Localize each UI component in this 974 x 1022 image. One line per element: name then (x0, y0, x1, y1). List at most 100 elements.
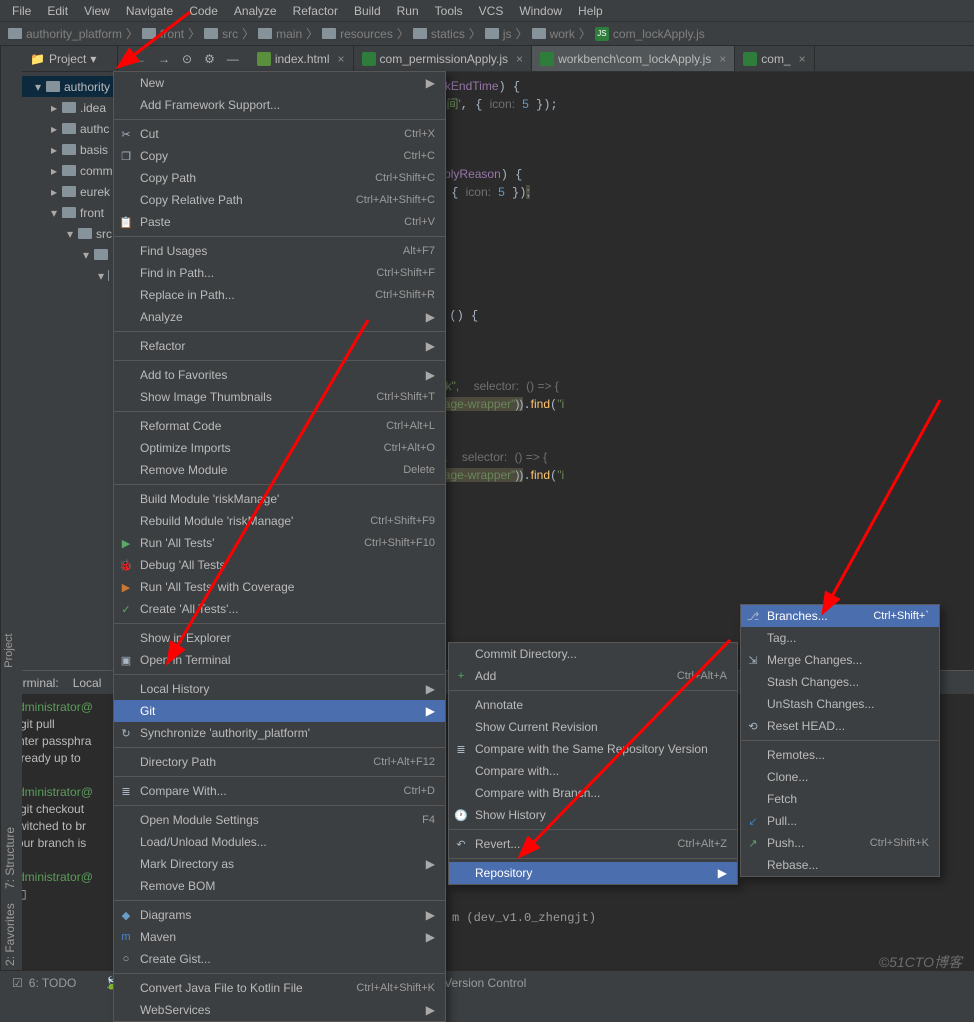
menu-item-fetch[interactable]: Fetch (741, 788, 939, 810)
breadcrumb-item[interactable]: js (483, 27, 514, 41)
menu-help[interactable]: Help (572, 2, 609, 20)
menu-item-pull[interactable]: ↙Pull... (741, 810, 939, 832)
menu-item-synchronize-authority-platform[interactable]: ↻Synchronize 'authority_platform' (114, 722, 445, 744)
menu-item-compare-with[interactable]: ≣Compare With...Ctrl+D (114, 780, 445, 802)
menu-item-paste[interactable]: 📋PasteCtrl+V (114, 211, 445, 233)
tool-window-project-tab[interactable]: 1: Project (0, 46, 22, 686)
tree-item[interactable]: ▾authority (22, 76, 117, 97)
tree-item[interactable]: ▾ (22, 265, 117, 286)
menu-item-find-in-path[interactable]: Find in Path...Ctrl+Shift+F (114, 262, 445, 284)
menu-item-tag[interactable]: Tag... (741, 627, 939, 649)
menu-item-run-all-tests[interactable]: ▶Run 'All Tests'Ctrl+Shift+F10 (114, 532, 445, 554)
breadcrumb-item[interactable]: front (140, 27, 186, 41)
close-tab-icon[interactable]: × (334, 52, 345, 66)
close-tab-icon[interactable]: × (715, 52, 726, 66)
editor-tab[interactable]: com_× (735, 46, 814, 72)
menu-navigate[interactable]: Navigate (120, 2, 179, 20)
terminal-tab-local[interactable]: Local (73, 676, 102, 690)
minimize-icon[interactable]: — (227, 52, 239, 66)
forward-icon[interactable]: → (158, 52, 170, 66)
menu-item-analyze[interactable]: Analyze▶ (114, 306, 445, 328)
menu-code[interactable]: Code (183, 2, 224, 20)
structure-tab[interactable]: 7: Structure (3, 827, 20, 889)
menu-item-cut[interactable]: ✂CutCtrl+X (114, 123, 445, 145)
menu-item-reformat-code[interactable]: Reformat CodeCtrl+Alt+L (114, 415, 445, 437)
menu-build[interactable]: Build (348, 2, 387, 20)
breadcrumb-item[interactable]: main (256, 27, 304, 41)
menu-item-load-unload-modules[interactable]: Load/Unload Modules... (114, 831, 445, 853)
breadcrumb-item[interactable]: resources (320, 27, 395, 41)
menu-item-push[interactable]: ↗Push...Ctrl+Shift+K (741, 832, 939, 854)
menu-item-remotes[interactable]: Remotes... (741, 744, 939, 766)
menu-item-stash-changes[interactable]: Stash Changes... (741, 671, 939, 693)
menu-item-branches[interactable]: ⎇Branches...Ctrl+Shift+` (741, 605, 939, 627)
menu-item-compare-with-the-same-repository-version[interactable]: ≣Compare with the Same Repository Versio… (449, 738, 737, 760)
menu-item-rebuild-module-riskmanage[interactable]: Rebuild Module 'riskManage'Ctrl+Shift+F9 (114, 510, 445, 532)
breadcrumb-item[interactable]: work (530, 27, 577, 41)
menu-item-reset-head[interactable]: ⟲Reset HEAD... (741, 715, 939, 737)
menu-item-annotate[interactable]: Annotate (449, 694, 737, 716)
breadcrumb-item[interactable]: src (202, 27, 240, 41)
menu-item-maven[interactable]: mMaven▶ (114, 926, 445, 948)
target-icon[interactable]: ⊙ (182, 52, 192, 66)
tree-item[interactable]: ▾src (22, 223, 117, 244)
menu-item-show-current-revision[interactable]: Show Current Revision (449, 716, 737, 738)
menu-item-compare-with[interactable]: Compare with... (449, 760, 737, 782)
tree-item[interactable]: ▸comm (22, 160, 117, 181)
back-icon[interactable]: ← (134, 52, 146, 66)
menu-item-webservices[interactable]: WebServices▶ (114, 999, 445, 1021)
editor-tab[interactable]: index.html× (249, 46, 354, 72)
menu-tools[interactable]: Tools (429, 2, 469, 20)
menu-item-commit-directory[interactable]: Commit Directory... (449, 643, 737, 665)
menu-item-show-image-thumbnails[interactable]: Show Image ThumbnailsCtrl+Shift+T (114, 386, 445, 408)
menu-item-new[interactable]: New▶ (114, 72, 445, 94)
bottom-tool-6--todo[interactable]: ☑6: TODO (6, 974, 82, 992)
menu-view[interactable]: View (78, 2, 116, 20)
tree-item[interactable]: ▾front (22, 202, 117, 223)
project-tree[interactable]: ▾authority▸.idea▸authc▸basis▸comm▸eurek▾… (22, 72, 117, 290)
menu-item-add-framework-support[interactable]: Add Framework Support... (114, 94, 445, 116)
breadcrumb-item[interactable]: JScom_lockApply.js (593, 27, 707, 41)
breadcrumb-item[interactable]: statics (411, 27, 467, 41)
menu-vcs[interactable]: VCS (473, 2, 510, 20)
menu-item-merge-changes[interactable]: ⇲Merge Changes... (741, 649, 939, 671)
menu-item-copy-relative-path[interactable]: Copy Relative PathCtrl+Alt+Shift+C (114, 189, 445, 211)
menu-item-convert-java-file-to-kotlin-file[interactable]: Convert Java File to Kotlin FileCtrl+Alt… (114, 977, 445, 999)
menu-refactor[interactable]: Refactor (287, 2, 344, 20)
menu-item-open-in-terminal[interactable]: ▣Open in Terminal (114, 649, 445, 671)
menu-item-copy[interactable]: ❐CopyCtrl+C (114, 145, 445, 167)
close-tab-icon[interactable]: × (795, 52, 806, 66)
menu-item-clone[interactable]: Clone... (741, 766, 939, 788)
menu-item-copy-path[interactable]: Copy PathCtrl+Shift+C (114, 167, 445, 189)
menu-item-git[interactable]: Git▶ (114, 700, 445, 722)
menu-item-directory-path[interactable]: Directory PathCtrl+Alt+F12 (114, 751, 445, 773)
menu-item-run-all-tests-with-coverage[interactable]: ▶Run 'All Tests' with Coverage (114, 576, 445, 598)
menu-analyze[interactable]: Analyze (228, 2, 283, 20)
tree-item[interactable]: ▸.idea (22, 97, 117, 118)
menu-item-local-history[interactable]: Local History▶ (114, 678, 445, 700)
tree-item[interactable]: ▸eurek (22, 181, 117, 202)
menu-file[interactable]: File (6, 2, 37, 20)
menu-item-optimize-imports[interactable]: Optimize ImportsCtrl+Alt+O (114, 437, 445, 459)
menu-edit[interactable]: Edit (41, 2, 74, 20)
menu-item-find-usages[interactable]: Find UsagesAlt+F7 (114, 240, 445, 262)
menu-item-build-module-riskmanage[interactable]: Build Module 'riskManage' (114, 488, 445, 510)
menu-item-mark-directory-as[interactable]: Mark Directory as▶ (114, 853, 445, 875)
close-tab-icon[interactable]: × (512, 52, 523, 66)
menu-item-create-gist[interactable]: ○Create Gist... (114, 948, 445, 970)
menu-item-compare-with-branch[interactable]: Compare with Branch... (449, 782, 737, 804)
menu-item-refactor[interactable]: Refactor▶ (114, 335, 445, 357)
breadcrumb-item[interactable]: authority_platform (6, 27, 124, 41)
menu-run[interactable]: Run (391, 2, 425, 20)
tree-item[interactable]: ▸basis (22, 139, 117, 160)
menu-item-remove-module[interactable]: Remove ModuleDelete (114, 459, 445, 481)
editor-tab[interactable]: workbench\com_lockApply.js× (532, 46, 735, 72)
menu-item-show-in-explorer[interactable]: Show in Explorer (114, 627, 445, 649)
menu-item-diagrams[interactable]: ◆Diagrams▶ (114, 904, 445, 926)
menu-item-remove-bom[interactable]: Remove BOM (114, 875, 445, 897)
menu-item-add[interactable]: +AddCtrl+Alt+A (449, 665, 737, 687)
menu-item-unstash-changes[interactable]: UnStash Changes... (741, 693, 939, 715)
favorites-tab[interactable]: 2: Favorites (3, 903, 20, 966)
editor-tab[interactable]: com_permissionApply.js× (354, 46, 533, 72)
menu-item-create-all-tests[interactable]: ✓Create 'All Tests'... (114, 598, 445, 620)
